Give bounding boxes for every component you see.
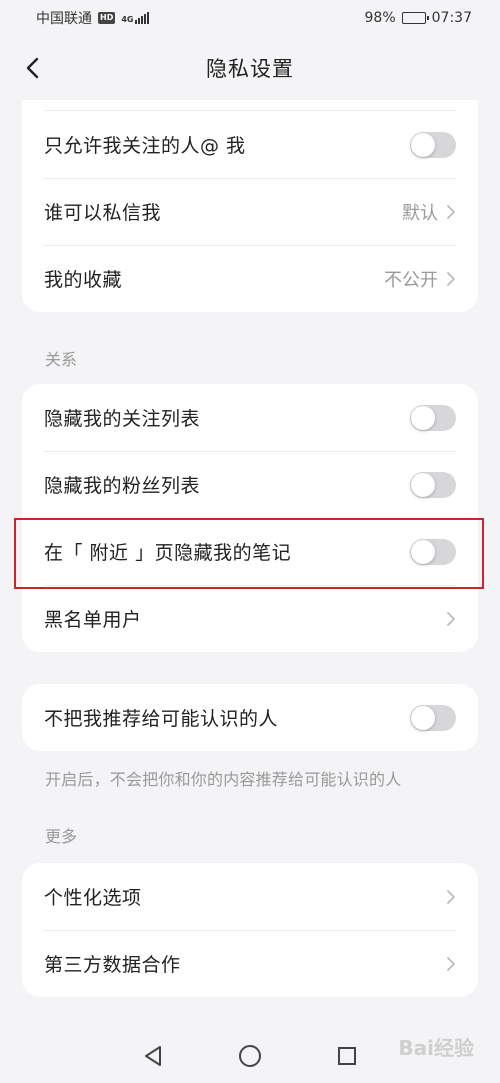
- section-title-relation: 关系: [45, 350, 78, 369]
- toggle-switch[interactable]: [410, 131, 456, 158]
- row-mention-only-following[interactable]: 只允许我关注的人@ 我: [22, 111, 478, 178]
- row-hide-notes-nearby[interactable]: 在「 附近 」页隐藏我的笔记: [22, 518, 478, 585]
- hd-icon: HD: [98, 12, 116, 24]
- row-third-party-data[interactable]: 第三方数据合作: [22, 930, 478, 997]
- chevron-right-icon: [446, 889, 456, 905]
- card-more: 个性化选项 第三方数据合作: [22, 863, 478, 997]
- nav-home-button[interactable]: [235, 1041, 265, 1071]
- chevron-right-icon: [446, 956, 456, 972]
- row-label: 我的收藏: [44, 269, 123, 291]
- row-personalization[interactable]: 个性化选项: [22, 863, 478, 930]
- card-general: 只允许我关注的人@ 我 谁可以私信我 默认 我的收藏 不公开: [22, 100, 478, 312]
- row-blacklist[interactable]: 黑名单用户: [22, 585, 478, 652]
- battery-percent: 98%: [364, 10, 396, 26]
- chevron-right-icon: [446, 271, 456, 287]
- nav-recents-button[interactable]: [332, 1041, 362, 1071]
- row-hide-following[interactable]: 隐藏我的关注列表: [22, 384, 478, 451]
- status-bar: 中国联通 HD 4G 98% 07:37: [0, 0, 500, 36]
- chevron-left-icon: [26, 57, 39, 79]
- row-label: 个性化选项: [44, 887, 142, 909]
- row-label: 隐藏我的粉丝列表: [44, 475, 201, 497]
- row-label: 黑名单用户: [44, 609, 142, 631]
- toggle-switch[interactable]: [410, 471, 456, 498]
- nav-back-button[interactable]: [138, 1041, 168, 1071]
- triangle-back-icon: [145, 1045, 162, 1066]
- row-label: 只允许我关注的人@ 我: [44, 135, 246, 157]
- chevron-right-icon: [446, 611, 456, 627]
- row-label: 第三方数据合作: [44, 954, 181, 976]
- toggle-switch[interactable]: [410, 538, 456, 565]
- circle-home-icon: [238, 1044, 261, 1067]
- section-title-more: 更多: [45, 827, 78, 846]
- square-recents-icon: [337, 1046, 356, 1065]
- row-who-can-message[interactable]: 谁可以私信我 默认: [22, 178, 478, 245]
- signal-icon: [135, 12, 150, 24]
- clock: 07:37: [431, 10, 472, 26]
- page-title: 隐私设置: [206, 57, 294, 81]
- card-recommend: 不把我推荐给可能认识的人: [22, 684, 478, 751]
- row-label: 隐藏我的关注列表: [44, 408, 201, 430]
- carrier-label: 中国联通: [36, 11, 92, 27]
- network-icon: 4G: [121, 12, 150, 24]
- status-right: 98% 07:37: [365, 10, 472, 26]
- status-left: 中国联通 HD 4G: [36, 8, 150, 28]
- back-button[interactable]: [16, 52, 48, 84]
- network-type-label: 4G: [121, 15, 134, 24]
- recommend-hint: 开启后，不会把你和你的内容推荐给可能认识的人: [45, 770, 402, 789]
- row-value: 默认: [402, 202, 438, 224]
- watermark-logo: Bai经验: [398, 1036, 474, 1060]
- toggle-switch[interactable]: [410, 404, 456, 431]
- battery-icon: [401, 12, 429, 24]
- row-label: 在「 附近 」页隐藏我的笔记: [44, 542, 292, 564]
- row-hide-followers[interactable]: 隐藏我的粉丝列表: [22, 451, 478, 518]
- row-label: 谁可以私信我: [44, 202, 162, 224]
- row-no-recommend[interactable]: 不把我推荐给可能认识的人: [22, 684, 478, 751]
- nav-bar: 隐私设置: [0, 36, 500, 100]
- row-label: 不把我推荐给可能认识的人: [44, 708, 279, 730]
- row-my-favorites[interactable]: 我的收藏 不公开: [22, 245, 478, 312]
- chevron-right-icon: [446, 204, 456, 220]
- card-relation: 隐藏我的关注列表 隐藏我的粉丝列表 在「 附近 」页隐藏我的笔记 黑名单用户: [22, 384, 478, 652]
- row-value: 不公开: [384, 269, 438, 291]
- toggle-switch[interactable]: [410, 704, 456, 731]
